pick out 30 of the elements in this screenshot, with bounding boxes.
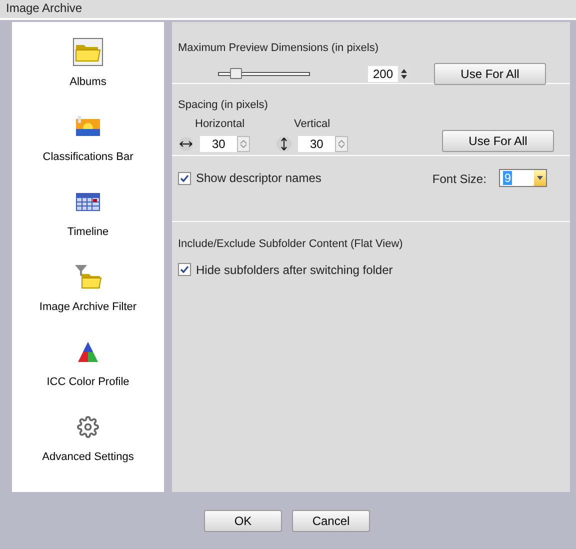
section-title: Spacing (in pixels) <box>178 98 269 113</box>
dropdown-caret-icon <box>537 176 544 180</box>
use-for-all-button[interactable]: Use For All <box>442 130 554 152</box>
window-title: Image Archive <box>6 0 82 17</box>
sidebar-item[interactable]: ICC Color Profile <box>12 338 164 413</box>
settings-icon <box>77 416 99 438</box>
checkmark-icon <box>180 265 189 274</box>
preview-size-slider[interactable] <box>218 66 310 82</box>
filter-folder-icon <box>74 264 102 290</box>
font-size-label: Font Size: <box>432 171 486 188</box>
sidebar-item[interactable]: Advanced Settings <box>12 413 164 488</box>
sidebar-item[interactable]: Image Archive Filter <box>12 263 164 338</box>
vertical-arrows-icon <box>276 136 292 152</box>
cancel-button[interactable]: Cancel <box>292 510 370 532</box>
calendar-icon <box>75 192 101 212</box>
color-triangle-icon <box>77 341 99 363</box>
landscape-icon <box>75 116 101 138</box>
use-for-all-button[interactable]: Use For All <box>434 63 546 85</box>
section-title: Include/Exclude Subfolder Content (Flat View) <box>178 237 404 252</box>
checkmark-icon <box>180 174 189 182</box>
vertical-label: Vertical <box>294 116 332 132</box>
sidebar-item[interactable]: Timeline <box>12 188 164 263</box>
sidebar-item[interactable]: Albums <box>12 38 164 113</box>
checkbox[interactable]: Show descriptor names <box>178 169 322 187</box>
horizontal-arrows-icon <box>178 137 194 151</box>
sidebar-item[interactable]: Classifications Bar <box>12 113 164 188</box>
ok-button[interactable]: OK <box>204 510 282 532</box>
horizontal-label: Horizontal <box>195 116 246 132</box>
checkbox[interactable]: Hide subfolders after switching folder <box>178 260 564 278</box>
section-title: Maximum Preview Dimensions (in pixels) <box>178 42 378 54</box>
